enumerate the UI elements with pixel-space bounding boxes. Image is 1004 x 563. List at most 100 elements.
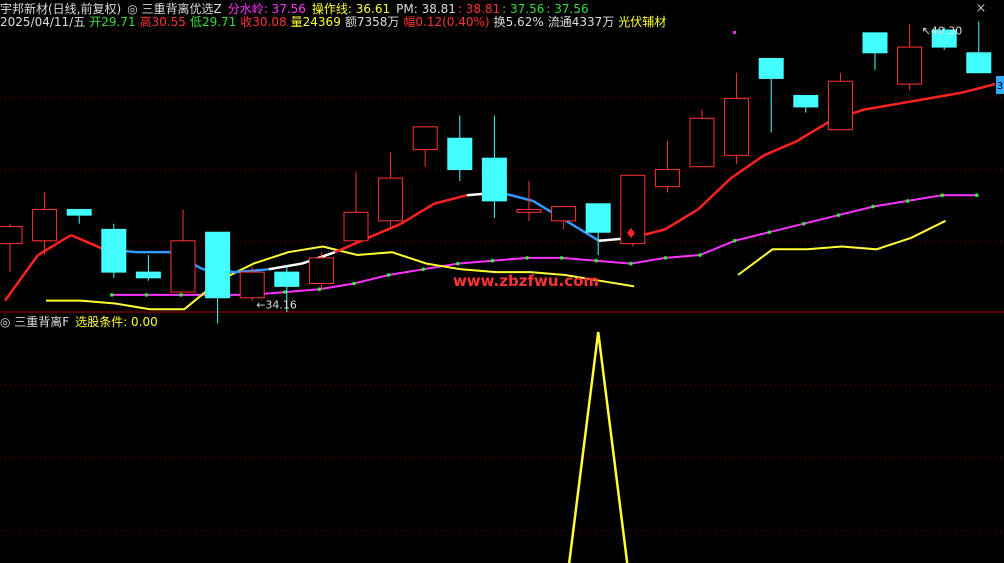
fenshuiling-dot (975, 193, 979, 198)
fenshuiling-dot (663, 256, 668, 260)
high-price-label: ↖40.30 (922, 24, 963, 37)
chart-markers: ↖40.30 ←34.16 (256, 24, 962, 311)
svg-text:3: 3 (997, 81, 1003, 92)
quote-field: 换5.62% (494, 15, 544, 29)
fenshuiling-dot (629, 261, 633, 266)
candle-down (101, 228, 127, 273)
candle-up (239, 271, 265, 299)
fenshuiling-dot (179, 293, 183, 297)
pm-line-segment (400, 202, 435, 225)
fenshuiling-dot (802, 221, 806, 226)
quote-field: 2025/04/11/五 (0, 15, 85, 29)
svg-text:宇邦新材(日线,前复权)◎ 三重背离优选Z分水岭: 37.5: 宇邦新材(日线,前复权) ◎ 三重背离优选Z 分水岭: 37.56 操作线: 36.6… (0, 1, 589, 16)
header-line-2: 2025/04/11/五 开29.71 高30.55 低29.71 收30.08 量243… (0, 14, 666, 29)
fenshuiling-dot (525, 256, 529, 260)
candle-down (274, 271, 300, 287)
candle-up (32, 208, 58, 242)
low-price-label: ←34.16 (256, 299, 297, 312)
candle-down (135, 271, 161, 279)
quote-field: 额7358万 (345, 15, 400, 29)
quote-field: 量24369 (291, 15, 341, 29)
fenshuiling-dot (490, 258, 495, 263)
pm-line-segment (268, 262, 303, 271)
fenshuiling-dot (352, 281, 356, 286)
header-value: : 38.81 (458, 2, 500, 16)
lower-indicator-panel (567, 331, 629, 563)
fenshuiling-dot (836, 213, 841, 217)
header-value: : 37.56 (546, 2, 588, 16)
right-edge-price-tag: 3 (996, 76, 1004, 94)
fenshuiling-dot (386, 273, 391, 277)
candle-up (0, 226, 23, 245)
lower-condition-value: 选股条件: 0.00 (75, 315, 158, 329)
lower-panel-header: ◎ 三重背离F 选股条件: 0.00 (0, 314, 158, 329)
candle-down (862, 32, 888, 54)
candle-up (897, 46, 923, 85)
header-value: 分水岭: 37.56 (228, 2, 306, 16)
quote-field: 幅0.12(0.40%) (403, 14, 489, 29)
fenshuiling-dot (871, 204, 875, 209)
candle-up (378, 177, 404, 222)
pm-line-segment (367, 222, 402, 240)
candle-up (516, 208, 542, 213)
quote-field: 光伏辅材 (618, 15, 666, 29)
candle-up (689, 117, 715, 168)
candle-up (551, 206, 577, 222)
header-value: : 37.56 (502, 2, 544, 16)
pm-line-segment (796, 120, 831, 143)
candle-down (585, 203, 611, 233)
candle-down (793, 95, 819, 108)
fenshuiling-dot (421, 267, 426, 272)
header-value: PM: 38.81 (396, 2, 456, 16)
candle-up (343, 211, 369, 242)
signal-spike-line (567, 331, 629, 563)
watermark: www.zbzfwu.com (453, 272, 599, 290)
fenshuiling-dot (905, 199, 910, 203)
quote-field: 流通4337万 (548, 15, 615, 29)
candle-up (170, 240, 196, 293)
svg-text:2025/04/11/五开29.71高30.55低29.71: 2025/04/11/五 开29.71 高30.55 低29.71 收30.08 量243… (0, 14, 666, 29)
close-icon[interactable]: × (974, 2, 988, 16)
pm-line-segment (730, 154, 765, 180)
fenshuiling-dot (317, 287, 322, 292)
candle-up (724, 97, 750, 156)
quote-field: 高30.55 (140, 14, 186, 29)
lower-indicator-title: ◎ 三重背离F (0, 314, 69, 329)
candle-up (308, 257, 334, 285)
candle-down (758, 57, 784, 79)
svg-text:◎ 三重背离F选股条件: 0.00: ◎ 三重背离F 选股条件: 0.00 (0, 314, 158, 329)
fenshuiling-dot (940, 193, 944, 198)
candle-up (412, 126, 438, 151)
pm-line-segment (433, 194, 468, 205)
candle-down (205, 231, 231, 299)
pm-line-segment (664, 208, 699, 231)
pm-line-segment (763, 139, 798, 157)
fenshuiling-dot (559, 256, 564, 260)
kline-chart: ↖40.30 ←34.16 宇邦新材(日线,前复权) ◎ 三重背离优选Z 分水岭: 3… (0, 1, 1004, 563)
fenshuiling-dot (283, 290, 287, 294)
fenshuiling-dot (144, 293, 149, 297)
quote-field: 收30.08 (240, 15, 286, 29)
quote-field: 开29.71 (89, 15, 135, 29)
header-value: 操作线: 36.61 (312, 1, 390, 16)
fenshuiling-dot (767, 230, 771, 235)
fenshuiling-dot (698, 253, 702, 257)
candle-down (481, 157, 507, 202)
pm-line-segment (895, 97, 930, 106)
quote-field: 低29.71 (190, 15, 236, 29)
pm-line-segment (961, 82, 996, 94)
header-line-1: 宇邦新材(日线,前复权) ◎ 三重背离优选Z 分水岭: 37.56 操作线: 36.6… (0, 1, 589, 16)
candle-up (654, 169, 680, 188)
candle-down (966, 52, 992, 74)
candle-down (66, 208, 92, 216)
pm-line-segment (862, 102, 897, 111)
fenshuiling-dot (110, 293, 114, 297)
pm-line-segment (697, 177, 732, 211)
indicator-title: ◎ 三重背离优选Z (127, 1, 222, 16)
stock-title: 宇邦新材(日线,前复权) (0, 1, 121, 16)
candle-up (827, 80, 853, 131)
candle-down (447, 137, 473, 171)
signal-dot (733, 31, 736, 34)
fenshuiling-dot (732, 238, 737, 243)
fenshuiling-dot (456, 261, 460, 266)
